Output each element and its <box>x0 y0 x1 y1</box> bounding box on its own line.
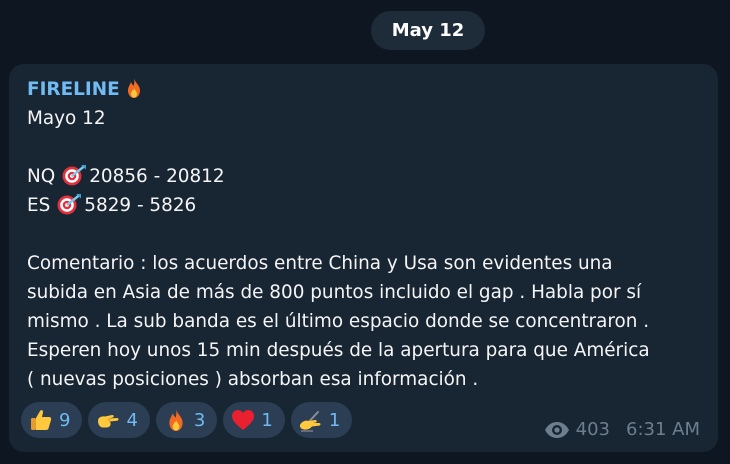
comment-line: Comentario : los acuerdos entre China y … <box>27 253 613 274</box>
fire-icon <box>127 77 140 98</box>
sender-name-label: FIRELINE <box>27 79 120 100</box>
sender-line: FIRELINE <box>27 75 712 104</box>
reaction-fire[interactable]: 3 <box>155 402 218 438</box>
message-text: FIRELINE Mayo 12 NQ 20856 - 20812 ES 582… <box>27 75 712 394</box>
red-heart-icon <box>231 408 255 432</box>
sender-name[interactable]: FIRELINE <box>27 75 142 104</box>
reaction-count: 1 <box>328 409 341 431</box>
comment-line: ( nuevas posiciones ) absorban esa infor… <box>27 369 479 390</box>
quote-symbol: ES <box>27 195 51 216</box>
quote-range: 5829 - 5826 <box>84 195 197 216</box>
comment-line: mismo . La sub banda es el último espaci… <box>27 311 650 332</box>
thumbs-up-icon <box>29 408 53 432</box>
reactions-bar: 9 4 3 1 1 <box>21 402 353 438</box>
target-icon <box>57 194 82 215</box>
view-count: 403 <box>575 419 610 440</box>
date-separator: May 12 <box>371 11 485 50</box>
message-bubble[interactable]: FIRELINE Mayo 12 NQ 20856 - 20812 ES 582… <box>9 64 718 452</box>
date-line: Mayo 12 <box>27 108 106 129</box>
message-time: 6:31 AM <box>626 419 700 440</box>
quote-line-nq: NQ 20856 - 20812 <box>27 162 712 191</box>
reaction-count: 3 <box>193 409 206 431</box>
target-icon <box>62 165 87 186</box>
fire-icon <box>164 408 188 432</box>
date-separator-label: May 12 <box>391 20 465 41</box>
reaction-thumbs-up[interactable]: 9 <box>21 402 83 438</box>
quote-symbol: NQ <box>27 166 56 187</box>
quote-range: 20856 - 20812 <box>89 166 225 187</box>
reaction-pinching-hand[interactable]: 4 <box>88 402 150 438</box>
reaction-count: 9 <box>59 409 71 431</box>
comment-line: subida en Asia de más de 800 puntos incl… <box>27 282 642 303</box>
quote-line-es: ES 5829 - 5826 <box>27 191 712 220</box>
eye-icon <box>544 421 569 438</box>
comment-line: Esperen hoy unos 15 min después de la ap… <box>27 340 650 361</box>
reaction-heart[interactable]: 1 <box>223 402 285 438</box>
reaction-writing-hand[interactable]: 1 <box>290 402 353 438</box>
writing-hand-icon <box>299 408 323 432</box>
message-meta: 403 6:31 AM <box>544 419 700 440</box>
reaction-count: 1 <box>261 409 273 431</box>
reaction-count: 4 <box>126 409 138 431</box>
pinching-hand-icon <box>96 408 120 432</box>
